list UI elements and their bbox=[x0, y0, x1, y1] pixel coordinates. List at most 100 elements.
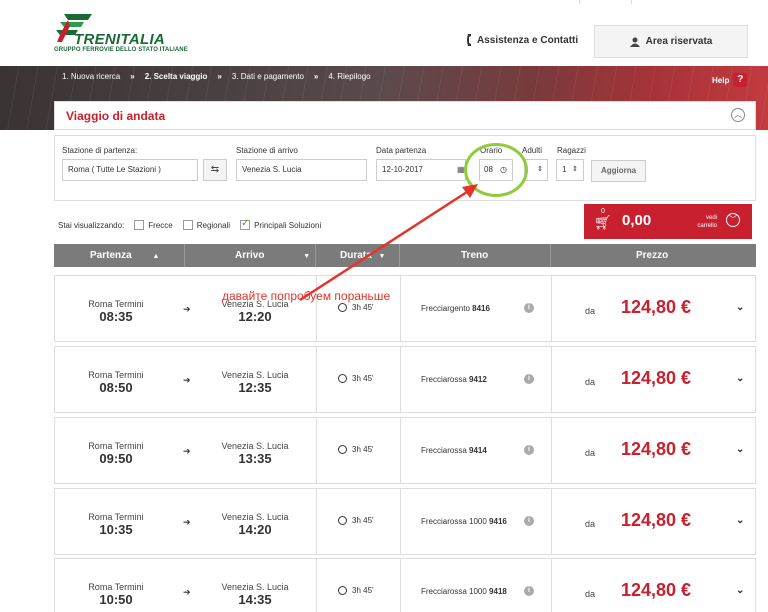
assistance-label: Assistenza e Contatti bbox=[477, 34, 579, 46]
update-button[interactable]: Aggiorna bbox=[591, 160, 646, 182]
info-icon[interactable]: i bbox=[524, 374, 534, 384]
price-prefix: da bbox=[585, 306, 596, 316]
col-price: Prezzo bbox=[636, 250, 669, 261]
updown-icon: ⇕ bbox=[537, 166, 543, 173]
to-station-input[interactable]: Venezia S. Lucia bbox=[236, 159, 367, 181]
train: Frecciargento 8416 bbox=[421, 304, 490, 313]
adults-label: Adulti bbox=[522, 146, 543, 155]
column-divider bbox=[399, 244, 400, 267]
step-payment: 3. Dati e pagamento bbox=[231, 72, 304, 81]
chevron-down-icon[interactable]: ⌄ bbox=[736, 373, 744, 384]
col-departure[interactable]: Partenza ▲ bbox=[90, 250, 159, 261]
train-name: Frecciarossa bbox=[421, 375, 467, 384]
chevron-down-icon[interactable]: ⌄ bbox=[736, 585, 744, 596]
regionali-checkbox[interactable] bbox=[182, 220, 193, 230]
info-icon[interactable]: i bbox=[524, 303, 534, 313]
help-button[interactable]: Help ? bbox=[712, 73, 748, 87]
duration: 3h 45' bbox=[338, 516, 374, 526]
phone-icon bbox=[467, 34, 471, 46]
chevron-down-icon[interactable]: ⌄ bbox=[736, 444, 744, 455]
swap-icon: ⇆ bbox=[210, 164, 220, 175]
cell-divider bbox=[400, 559, 401, 612]
departure-station: Roma Termini bbox=[88, 512, 144, 522]
cell-divider bbox=[316, 276, 317, 341]
arrow-right-icon: ➔ bbox=[183, 446, 191, 456]
from-station-input[interactable]: Roma ( Tutte Le Stazioni ) bbox=[62, 159, 198, 181]
price-prefix: da bbox=[585, 589, 596, 599]
swap-stations-button[interactable]: ⇆ bbox=[203, 159, 227, 181]
filter-bar: Stai visualizzando: Frecce Regionali Pri… bbox=[58, 218, 321, 230]
duration: 3h 45' bbox=[338, 586, 374, 596]
updown-icon: ⇕ bbox=[572, 166, 578, 173]
column-divider bbox=[184, 244, 185, 267]
assistance-link[interactable]: Assistenza e Contatti bbox=[466, 34, 578, 46]
kids-select[interactable]: 1 ⇕ bbox=[556, 159, 584, 181]
chevron-down-icon[interactable]: ﹀ bbox=[726, 213, 740, 227]
brand-name: TRENITALIA bbox=[74, 31, 166, 48]
view-cart-link[interactable]: vedi carrello bbox=[692, 214, 717, 230]
info-icon[interactable]: i bbox=[524, 516, 534, 526]
cell-divider bbox=[551, 559, 552, 612]
chevron-up-icon[interactable]: ︿ bbox=[731, 108, 745, 122]
table-row[interactable]: Roma Termini 09:50 ➔ Venezia S. Lucia 13… bbox=[54, 417, 756, 484]
train-number: 9418 bbox=[489, 587, 507, 596]
arrival-station: Venezia S. Lucia bbox=[221, 512, 289, 522]
price-prefix: da bbox=[585, 377, 596, 387]
departure-station: Roma Termini bbox=[88, 299, 144, 309]
results-table-header: Partenza ▲ Arrivo ▼ Durata ▼ Treno Prezz… bbox=[54, 244, 756, 267]
trenitalia-logo[interactable]: TRENITALIA GRUPPO FERROVIE DELLO STATO I… bbox=[54, 12, 194, 56]
frecce-checkbox[interactable] bbox=[134, 220, 145, 230]
cell-divider bbox=[316, 489, 317, 554]
col-duration[interactable]: Durata ▼ bbox=[340, 250, 385, 261]
date-value: 12-10-2017 bbox=[382, 165, 423, 174]
regionali-label: Regionali bbox=[196, 220, 231, 230]
info-icon[interactable]: i bbox=[524, 586, 534, 596]
cell-divider bbox=[551, 276, 552, 341]
train: Frecciarossa 1000 9418 bbox=[421, 587, 507, 596]
reserved-area-button[interactable]: Area riservata bbox=[594, 25, 748, 58]
departure-station: Roma Termini bbox=[88, 370, 144, 380]
departure-station: Roma Termini bbox=[88, 441, 144, 451]
date-label: Data partenza bbox=[376, 146, 427, 155]
arrival-time: 13:35 bbox=[238, 451, 272, 466]
price: 124,80 € bbox=[621, 297, 692, 317]
table-row[interactable]: Roma Termini 08:50 ➔ Venezia S. Lucia 12… bbox=[54, 346, 756, 413]
trip-title: Viaggio di andata bbox=[66, 109, 166, 123]
duration: 3h 45' bbox=[338, 445, 374, 455]
table-row[interactable]: Roma Termini 10:50 ➔ Venezia S. Lucia 14… bbox=[54, 558, 756, 612]
info-icon[interactable]: i bbox=[524, 445, 534, 455]
duration-value: 3h 45' bbox=[352, 374, 374, 383]
price-prefix: da bbox=[585, 519, 596, 529]
table-row[interactable]: Roma Termini 08:35 ➔ Venezia S. Lucia 12… bbox=[54, 275, 756, 342]
train: Frecciarossa 1000 9416 bbox=[421, 517, 507, 526]
cell-divider bbox=[316, 418, 317, 483]
view-cart-line2: carrello bbox=[697, 223, 717, 229]
column-divider bbox=[315, 244, 316, 267]
clock-icon bbox=[338, 516, 347, 526]
train-name: Frecciarossa 1000 bbox=[421, 517, 487, 526]
train: Frecciarossa 9414 bbox=[421, 446, 487, 455]
train-number: 8416 bbox=[472, 304, 490, 313]
train-name: Frecciargento bbox=[421, 304, 470, 313]
top-divider bbox=[579, 0, 580, 4]
user-icon bbox=[629, 37, 640, 47]
cart-widget[interactable]: 🛒︎ 0 0,00 vedi carrello ﹀ bbox=[584, 204, 752, 239]
main-solutions-checkbox[interactable] bbox=[240, 218, 251, 230]
train-name: Frecciarossa 1000 bbox=[421, 587, 487, 596]
price-prefix: da bbox=[585, 448, 596, 458]
arrow-right-icon: ➔ bbox=[183, 304, 191, 314]
chevron-down-icon[interactable]: ⌄ bbox=[736, 302, 744, 313]
step-choose-trip: 2. Scelta viaggio bbox=[144, 72, 208, 81]
page: TRENITALIA GRUPPO FERROVIE DELLO STATO I… bbox=[0, 0, 768, 612]
table-row[interactable]: Roma Termini 10:35 ➔ Venezia S. Lucia 14… bbox=[54, 488, 756, 555]
col-arrival[interactable]: Arrivo ▼ bbox=[235, 250, 310, 261]
sort-down-icon: ▼ bbox=[303, 253, 311, 260]
top-header: TRENITALIA GRUPPO FERROVIE DELLO STATO I… bbox=[0, 0, 768, 66]
reserved-area-label: Area riservata bbox=[645, 36, 713, 47]
step-new-search[interactable]: 1. Nuova ricerca bbox=[62, 72, 120, 81]
date-input[interactable]: 12-10-2017 ▦ bbox=[376, 159, 466, 181]
chevron-down-icon[interactable]: ⌄ bbox=[736, 515, 744, 526]
step-separator: » bbox=[130, 72, 135, 81]
duration-value: 3h 45' bbox=[352, 445, 374, 454]
outbound-trip-header: Viaggio di andata ︿ bbox=[54, 101, 756, 130]
